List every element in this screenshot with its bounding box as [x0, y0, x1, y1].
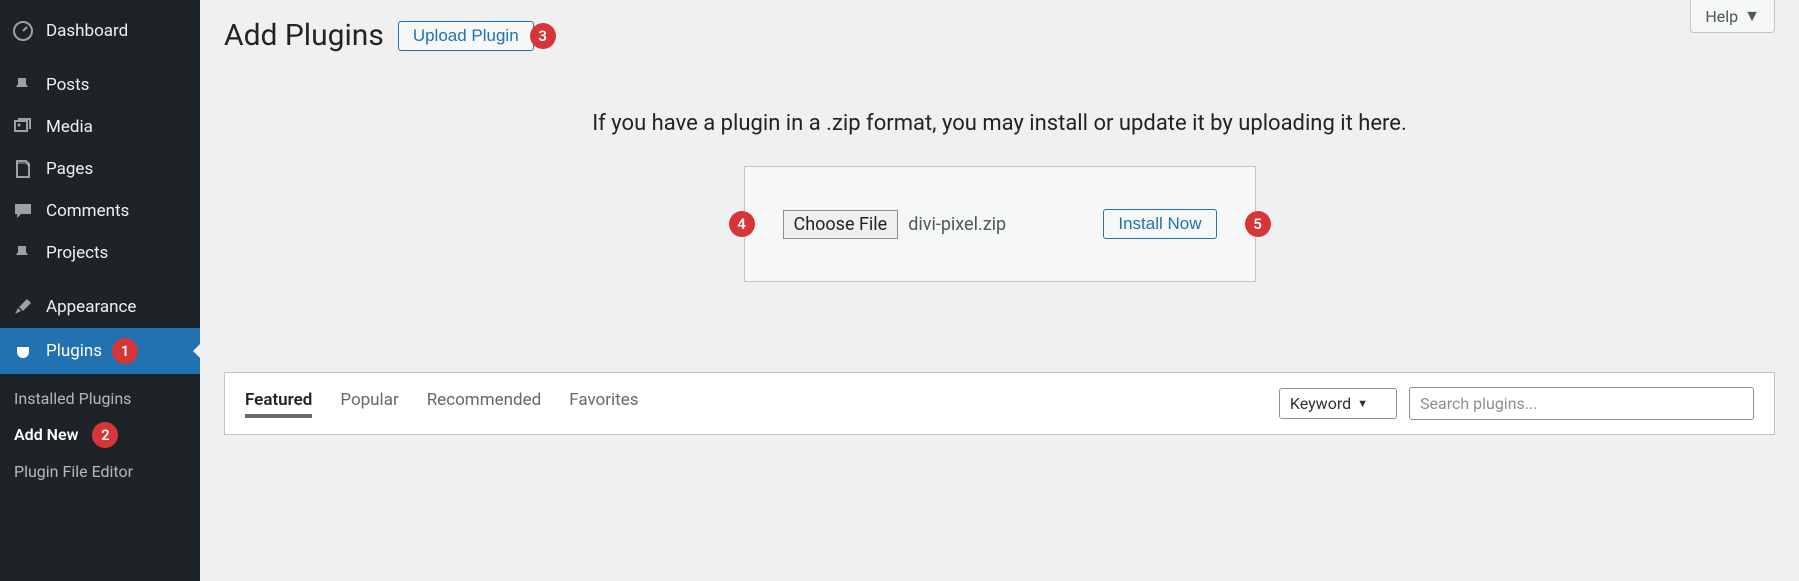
sidebar-label: Projects — [46, 243, 108, 263]
comment-icon — [12, 200, 34, 222]
dashboard-icon — [12, 20, 34, 42]
choose-file-button[interactable]: Choose File — [783, 210, 899, 239]
sidebar-item-projects[interactable]: Projects — [0, 232, 200, 274]
media-icon — [12, 116, 34, 138]
annotation-badge-5: 5 — [1245, 211, 1271, 237]
pin-icon — [12, 242, 34, 264]
submenu-label: Add New — [14, 425, 78, 444]
selected-filename: divi-pixel.zip — [908, 214, 1006, 235]
help-tab[interactable]: Help ▼ — [1690, 0, 1775, 33]
file-picker: Choose File divi-pixel.zip — [783, 210, 1007, 239]
upload-instructions: If you have a plugin in a .zip format, y… — [224, 111, 1775, 136]
tab-featured[interactable]: Featured — [245, 390, 312, 418]
annotation-badge-4: 4 — [729, 211, 755, 237]
sidebar-item-pages[interactable]: Pages — [0, 148, 200, 190]
sidebar-item-appearance[interactable]: Appearance — [0, 286, 200, 328]
install-now-button[interactable]: Install Now — [1103, 209, 1216, 239]
help-label: Help — [1705, 7, 1738, 26]
search-type-select[interactable]: Keyword ▼ — [1279, 388, 1397, 419]
sidebar-item-dashboard[interactable]: Dashboard — [0, 10, 200, 52]
submenu-item-installed-plugins[interactable]: Installed Plugins — [0, 382, 200, 415]
chevron-down-icon: ▼ — [1744, 6, 1760, 26]
sidebar-label: Pages — [46, 159, 93, 179]
sidebar-label: Plugins — [46, 341, 102, 361]
tab-popular[interactable]: Popular — [340, 390, 398, 418]
pages-icon — [12, 158, 34, 180]
annotation-badge-2: 2 — [92, 422, 118, 448]
pin-icon — [12, 74, 34, 96]
keyword-label: Keyword — [1290, 394, 1351, 413]
sidebar-label: Comments — [46, 201, 129, 221]
plug-icon — [12, 340, 34, 362]
plugins-submenu: Installed Plugins Add New 2 Plugin File … — [0, 374, 200, 496]
sidebar-item-posts[interactable]: Posts — [0, 64, 200, 106]
sidebar-label: Media — [46, 117, 93, 137]
filter-tabs: Featured Popular Recommended Favorites — [245, 390, 639, 418]
sidebar-item-comments[interactable]: Comments — [0, 190, 200, 232]
submenu-item-plugin-file-editor[interactable]: Plugin File Editor — [0, 455, 200, 488]
tab-recommended[interactable]: Recommended — [427, 390, 542, 418]
sidebar-item-media[interactable]: Media — [0, 106, 200, 148]
search-controls: Keyword ▼ — [1279, 387, 1754, 420]
upload-box: 4 Choose File divi-pixel.zip Install Now… — [744, 166, 1256, 282]
upload-plugin-button[interactable]: Upload Plugin — [398, 21, 534, 51]
chevron-down-icon: ▼ — [1357, 397, 1368, 410]
sidebar-label: Dashboard — [46, 21, 128, 41]
annotation-badge-1: 1 — [112, 338, 138, 364]
main-content: Help ▼ Add Plugins Upload Plugin 3 If yo… — [200, 0, 1799, 581]
sidebar-label: Posts — [46, 75, 89, 95]
sidebar-label: Appearance — [46, 297, 136, 317]
submenu-item-add-new[interactable]: Add New 2 — [0, 415, 200, 455]
page-title: Add Plugins — [224, 18, 384, 53]
tab-favorites[interactable]: Favorites — [569, 390, 638, 418]
annotation-badge-3: 3 — [530, 23, 556, 49]
search-input[interactable] — [1409, 387, 1754, 420]
sidebar-item-plugins[interactable]: Plugins 1 — [0, 328, 200, 374]
filter-bar: Featured Popular Recommended Favorites K… — [224, 372, 1775, 435]
admin-sidebar: Dashboard Posts Media Pages Comments Pro… — [0, 0, 200, 581]
brush-icon — [12, 296, 34, 318]
